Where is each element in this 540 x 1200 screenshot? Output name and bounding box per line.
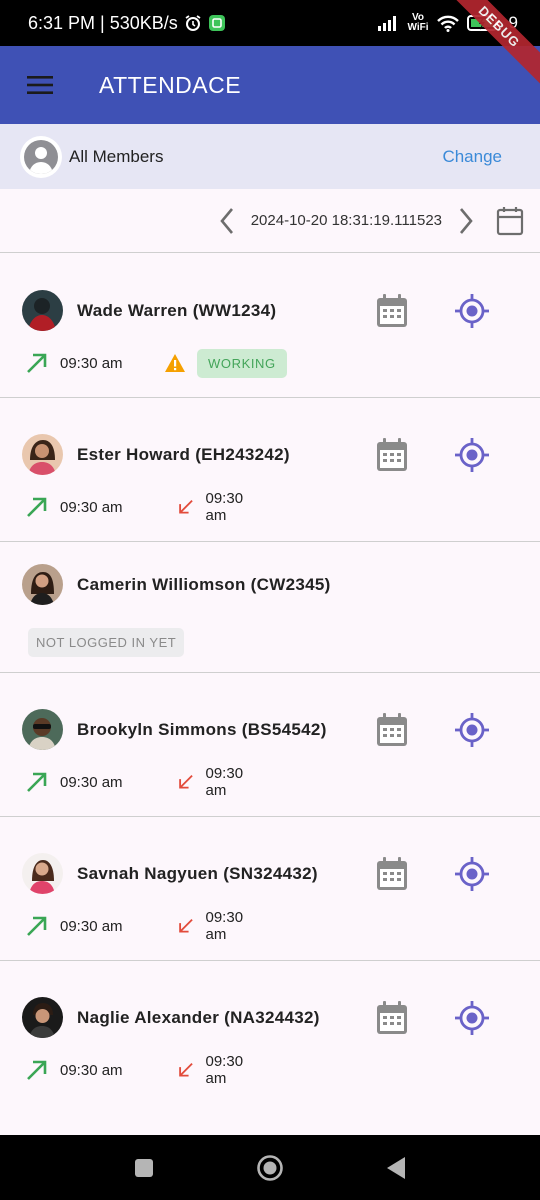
all-members-avatar: [20, 135, 62, 178]
warning-icon: [165, 354, 185, 372]
chevron-left-icon: [220, 207, 233, 234]
member-card: Ester Howard (EH243242) 09:30 am 09:30 a…: [0, 398, 540, 542]
date-picker-button[interactable]: [492, 201, 528, 241]
attendance-calendar-button[interactable]: [374, 435, 410, 475]
menu-button[interactable]: [0, 46, 80, 124]
check-out-arrow-icon: [179, 775, 193, 789]
vowifi-bottom-text: WiFi: [407, 22, 429, 33]
status-badge: NOT LOGGED IN YET: [28, 628, 185, 657]
check-in-time: 09:30 am: [60, 917, 123, 935]
calendar-icon: [377, 713, 407, 746]
change-button[interactable]: Change: [442, 147, 502, 167]
check-in-arrow-icon: [27, 1060, 47, 1080]
member-name: Savnah Nagyuen (SN324432): [77, 863, 318, 883]
member-selector: All Members Change: [0, 124, 540, 189]
date-navigation: 2024-10-20 18:31:19.111523: [0, 189, 540, 253]
member-avatar: [22, 853, 63, 894]
gps-target-icon: [455, 1001, 489, 1035]
member-name: Camerin Williomson (CW2345): [77, 574, 331, 594]
alarm-icon: [184, 14, 202, 32]
member-avatar: [22, 434, 63, 475]
calendar-icon: [377, 294, 407, 327]
location-button[interactable]: [454, 998, 490, 1038]
member-avatar: [22, 564, 63, 605]
attendance-calendar-button[interactable]: [374, 710, 410, 750]
hamburger-icon: [27, 76, 53, 94]
home-button[interactable]: [253, 1151, 287, 1185]
check-in-time: 09:30 am: [60, 1061, 123, 1079]
check-in-time: 09:30 am: [60, 773, 123, 791]
attendance-calendar-button[interactable]: [374, 854, 410, 894]
member-list: Wade Warren (WW1234) 09:30 am WORKING Es…: [0, 254, 540, 1105]
attendance-calendar-button[interactable]: [374, 291, 410, 331]
check-out-time: 09:30 am: [205, 1053, 244, 1087]
previous-date-button[interactable]: [209, 201, 245, 241]
next-date-button[interactable]: [448, 201, 484, 241]
check-out-arrow-icon: [179, 500, 193, 514]
gps-target-icon: [455, 857, 489, 891]
member-card: Wade Warren (WW1234) 09:30 am WORKING: [0, 254, 540, 398]
location-button[interactable]: [454, 435, 490, 475]
current-datetime: 2024-10-20 18:31:19.111523: [250, 212, 442, 229]
check-in-arrow-icon: [27, 916, 47, 936]
check-in-arrow-icon: [27, 772, 47, 792]
status-bar: 6:31 PM | 530KB/s Vo WiFi 9: [0, 0, 540, 46]
selector-label: All Members: [69, 146, 164, 166]
check-out-time: 09:30 am: [205, 765, 244, 799]
check-out-time: 09:30 am: [205, 909, 244, 943]
check-out-time: 09:30 am: [205, 490, 244, 524]
check-in-time: 09:30 am: [60, 354, 123, 372]
gps-target-icon: [455, 294, 489, 328]
calendar-icon: [377, 1001, 407, 1034]
home-circle-icon: [257, 1154, 283, 1181]
gps-target-icon: [455, 438, 489, 472]
member-name: Ester Howard (EH243242): [77, 444, 290, 464]
back-button[interactable]: [379, 1151, 413, 1185]
page-title: ATTENDACE: [99, 71, 242, 98]
member-card: Savnah Nagyuen (SN324432) 09:30 am 09:30…: [0, 817, 540, 961]
member-card: Camerin Williomson (CW2345) NOT LOGGED I…: [0, 542, 540, 673]
person-icon: [29, 146, 53, 174]
app-notification-icon: [208, 14, 226, 32]
square-icon: [135, 1158, 153, 1177]
wifi-icon: [436, 15, 459, 32]
check-in-arrow-icon: [27, 497, 47, 517]
member-avatar: [22, 290, 63, 331]
app-bar: ATTENDACE: [0, 46, 540, 124]
chevron-right-icon: [460, 207, 473, 234]
system-nav-bar: [0, 1135, 540, 1200]
status-time-speed: 6:31 PM | 530KB/s: [28, 12, 178, 33]
back-triangle-icon: [387, 1156, 405, 1179]
member-name: Brookyln Simmons (BS54542): [77, 719, 327, 739]
status-badge: WORKING: [197, 348, 287, 378]
member-name: Wade Warren (WW1234): [77, 300, 277, 320]
location-button[interactable]: [454, 854, 490, 894]
member-name: Naglie Alexander (NA324432): [77, 1007, 320, 1027]
recents-button[interactable]: [127, 1151, 161, 1185]
member-avatar: [22, 997, 63, 1038]
calendar-outline-icon: [496, 206, 524, 235]
member-card: Naglie Alexander (NA324432) 09:30 am 09:…: [0, 961, 540, 1105]
calendar-icon: [377, 857, 407, 890]
check-in-time: 09:30 am: [60, 498, 123, 516]
location-button[interactable]: [454, 710, 490, 750]
calendar-icon: [377, 438, 407, 471]
member-card: Brookyln Simmons (BS54542) 09:30 am 09:3…: [0, 673, 540, 817]
gps-target-icon: [455, 713, 489, 747]
check-in-arrow-icon: [27, 353, 47, 373]
check-out-arrow-icon: [179, 919, 193, 933]
location-button[interactable]: [454, 291, 490, 331]
vowifi-indicator: Vo WiFi: [408, 13, 429, 33]
check-out-arrow-icon: [179, 1063, 193, 1077]
member-avatar: [22, 709, 63, 750]
attendance-calendar-button[interactable]: [374, 998, 410, 1038]
signal-icon: [377, 15, 400, 31]
